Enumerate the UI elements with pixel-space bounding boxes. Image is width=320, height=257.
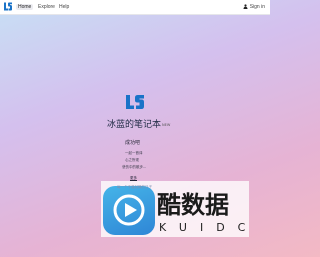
nav-home[interactable]: Home xyxy=(16,4,34,10)
watermark-text-en: KUIDC xyxy=(159,221,259,234)
subtitle: 成功吧 xyxy=(125,140,141,146)
brand-logo-icon xyxy=(126,95,144,109)
nav-help[interactable]: Help xyxy=(57,4,71,10)
faint-caption: 每一个不曾起舞的日子 xyxy=(117,185,152,189)
site-title-tag: NEW xyxy=(162,123,171,127)
sign-in-label: Sign in xyxy=(249,3,265,10)
nav-explore[interactable]: Explore xyxy=(36,4,57,10)
site-title: 冰蓝的笔记本NEW xyxy=(107,117,170,130)
menu-item[interactable]: 一起一首译 xyxy=(125,151,143,156)
site-title-text: 冰蓝的笔记本 xyxy=(107,120,162,130)
sign-in-button[interactable]: Sign in xyxy=(243,4,265,10)
play-icon xyxy=(113,194,145,226)
menu-item[interactable]: 心之所现 xyxy=(125,158,139,163)
ls-logo-icon[interactable] xyxy=(3,2,13,11)
user-icon xyxy=(243,4,248,9)
watermark-text-cn: 酷数据 xyxy=(157,191,229,219)
top-navbar: Home Explore Help Sign in xyxy=(0,0,270,15)
watermark-badge xyxy=(103,186,155,235)
menu-item[interactable]: 悲伤中的散步... xyxy=(122,165,146,170)
